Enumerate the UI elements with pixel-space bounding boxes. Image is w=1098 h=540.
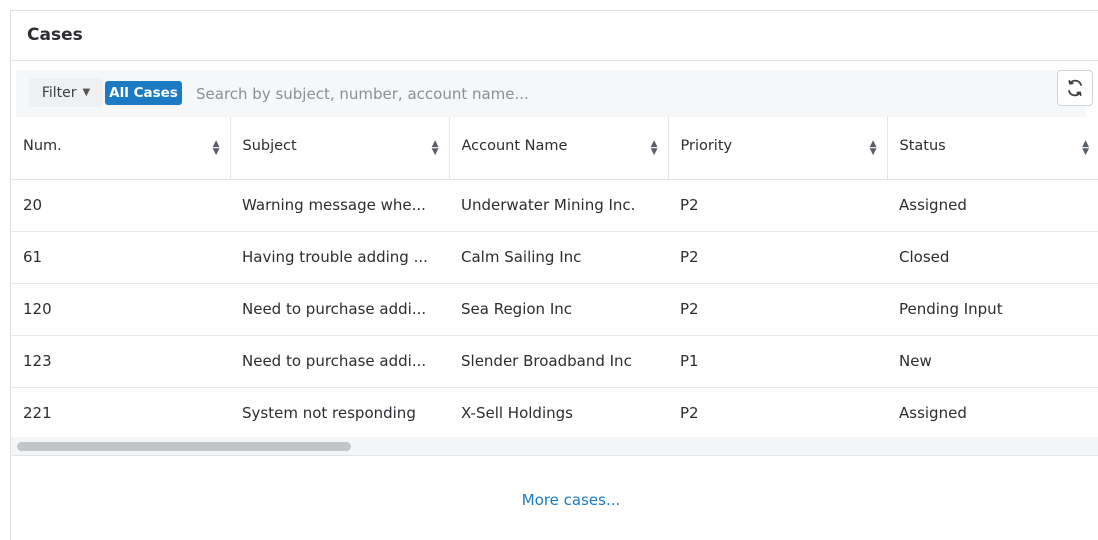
cell-num: 20 bbox=[11, 179, 230, 232]
cell-priority: P2 bbox=[668, 179, 887, 232]
column-label: Status bbox=[899, 137, 946, 154]
cell-subject[interactable]: Warning message whe... bbox=[230, 179, 449, 232]
cell-subject[interactable]: Need to purchase addi... bbox=[230, 335, 449, 388]
cell-priority: P1 bbox=[668, 335, 887, 388]
more-cases-link[interactable]: More cases... bbox=[11, 491, 1098, 509]
sort-icon[interactable]: ▲ ▼ bbox=[1082, 139, 1089, 156]
table-header-row: Num. ▲ ▼ Subject ▲ ▼ Account Name ▲ ▼ Prior… bbox=[11, 117, 1098, 180]
filter-label: Filter bbox=[41, 84, 77, 101]
column-label: Account Name bbox=[461, 137, 568, 154]
cell-status: Assigned bbox=[887, 387, 1098, 440]
column-header-priority[interactable]: Priority ▲ ▼ bbox=[668, 117, 888, 180]
caret-down-icon: ▼ bbox=[82, 87, 91, 98]
cell-status: Assigned bbox=[887, 179, 1098, 232]
all-cases-filter-pill[interactable]: All Cases bbox=[105, 81, 182, 105]
cell-num: 120 bbox=[11, 283, 230, 336]
panel-title: Cases bbox=[27, 25, 83, 45]
column-header-subject[interactable]: Subject ▲ ▼ bbox=[230, 117, 450, 180]
scrollbar-thumb[interactable] bbox=[17, 442, 351, 451]
search-input[interactable] bbox=[196, 80, 756, 108]
cell-account-name[interactable]: Underwater Mining Inc. bbox=[449, 179, 668, 232]
cropped-top-strip bbox=[0, 0, 1098, 10]
filter-toolbar: Filter ▼ All Cases bbox=[16, 70, 1086, 117]
table-row[interactable]: 123 Need to purchase addi... Slender Bro… bbox=[11, 335, 1098, 388]
scrollbar-track[interactable] bbox=[11, 437, 1098, 456]
cases-dashlet: Cases Filter ▼ All Cases Num. ▲ bbox=[10, 10, 1098, 540]
filter-dropdown[interactable]: Filter ▼ bbox=[29, 78, 103, 107]
cell-account-name[interactable]: Sea Region Inc bbox=[449, 283, 668, 336]
cell-account-name[interactable]: X-Sell Holdings bbox=[449, 387, 668, 440]
column-label: Subject bbox=[242, 137, 297, 154]
table-row[interactable]: 61 Having trouble adding ... Calm Sailin… bbox=[11, 231, 1098, 284]
cell-account-name[interactable]: Slender Broadband Inc bbox=[449, 335, 668, 388]
cell-status: Pending Input bbox=[887, 283, 1098, 336]
cases-table-container: Num. ▲ ▼ Subject ▲ ▼ Account Name ▲ ▼ Prior… bbox=[11, 117, 1098, 447]
cell-num: 123 bbox=[11, 335, 230, 388]
column-label: Priority bbox=[680, 137, 733, 154]
sort-icon[interactable]: ▲ ▼ bbox=[213, 139, 220, 156]
table-row[interactable]: 120 Need to purchase addi... Sea Region … bbox=[11, 283, 1098, 336]
table-row[interactable]: 221 System not responding X-Sell Holding… bbox=[11, 387, 1098, 440]
column-header-num[interactable]: Num. ▲ ▼ bbox=[11, 117, 231, 180]
column-header-status[interactable]: Status ▲ ▼ bbox=[887, 117, 1098, 180]
cases-table: Num. ▲ ▼ Subject ▲ ▼ Account Name ▲ ▼ Prior… bbox=[11, 117, 1098, 440]
cell-subject[interactable]: Need to purchase addi... bbox=[230, 283, 449, 336]
cell-num: 221 bbox=[11, 387, 230, 440]
cell-priority: P2 bbox=[668, 283, 887, 336]
sort-icon[interactable]: ▲ ▼ bbox=[651, 139, 658, 156]
panel-header: Cases bbox=[11, 11, 1098, 61]
horizontal-scrollbar[interactable] bbox=[11, 437, 1098, 461]
cell-status: Closed bbox=[887, 231, 1098, 284]
column-label: Num. bbox=[23, 137, 62, 154]
refresh-button[interactable] bbox=[1057, 70, 1093, 106]
cell-priority: P2 bbox=[668, 387, 887, 440]
cell-subject[interactable]: System not responding bbox=[230, 387, 449, 440]
sort-icon[interactable]: ▲ ▼ bbox=[432, 139, 439, 156]
cell-account-name[interactable]: Calm Sailing Inc bbox=[449, 231, 668, 284]
sort-icon[interactable]: ▲ ▼ bbox=[870, 139, 877, 156]
cell-num: 61 bbox=[11, 231, 230, 284]
cell-status: New bbox=[887, 335, 1098, 388]
refresh-icon bbox=[1068, 79, 1082, 97]
cell-priority: P2 bbox=[668, 231, 887, 284]
column-header-account-name[interactable]: Account Name ▲ ▼ bbox=[449, 117, 669, 180]
table-row[interactable]: 20 Warning message whe... Underwater Min… bbox=[11, 179, 1098, 232]
cell-subject[interactable]: Having trouble adding ... bbox=[230, 231, 449, 284]
